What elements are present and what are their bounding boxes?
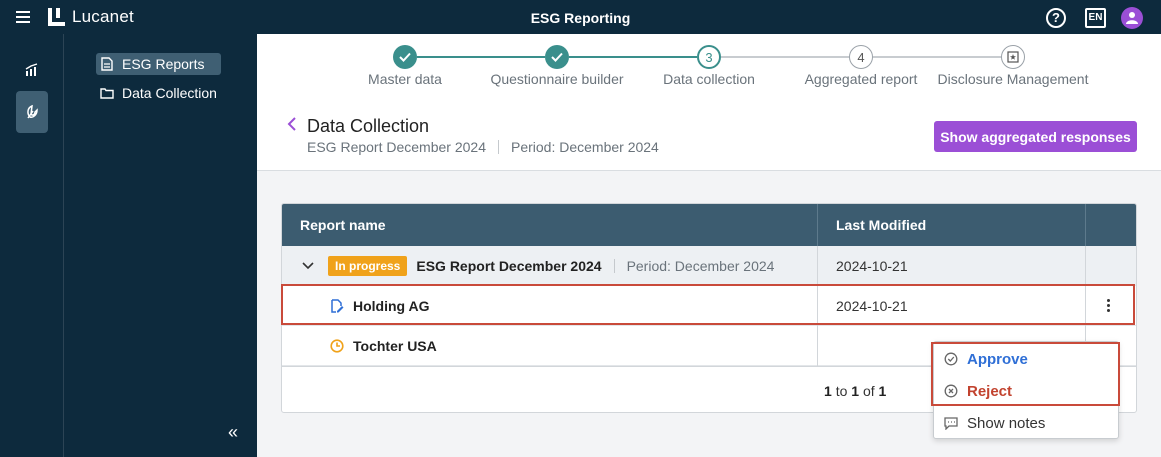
approve-circle-check-icon (944, 352, 958, 366)
app-title: ESG Reporting (530, 10, 631, 26)
step-label: Disclosure Management (937, 71, 1089, 87)
menu-icon[interactable] (16, 11, 30, 23)
table-row-group[interactable]: In progress ESG Report December 2024 Per… (282, 246, 1136, 286)
language-button[interactable]: EN (1085, 8, 1106, 28)
report-period: Period: December 2024 (510, 139, 659, 155)
last-modified: 2024-10-21 (836, 298, 908, 314)
clock-icon (330, 339, 344, 353)
group-period: Period: December 2024 (626, 258, 775, 274)
table-row[interactable]: Holding AG 2024-10-21 (282, 286, 1136, 326)
menu-item-show-notes[interactable]: Show notes (934, 407, 1118, 439)
avatar[interactable] (1121, 7, 1143, 29)
document-icon (101, 57, 113, 71)
document-edit-icon (331, 299, 344, 313)
user-icon (1126, 12, 1138, 24)
step-questionnaire-builder[interactable] (545, 45, 569, 69)
page-header: 3 4 Master data Questionnaire builder Da… (257, 34, 1161, 171)
expand-chevron-icon[interactable] (302, 246, 314, 286)
step-label: Questionnaire builder (490, 71, 624, 87)
nav-panel: ESG Reports Data Collection « (64, 34, 257, 457)
column-header-last-modified[interactable]: Last Modified (836, 217, 926, 233)
check-icon (551, 52, 563, 62)
disclosure-icon (1007, 51, 1019, 63)
row-actions-menu: Approve Reject Show notes (933, 341, 1119, 439)
report-name: Holding AG (353, 298, 430, 314)
logo-text: Lucanet (72, 7, 134, 26)
stepper-connector (417, 56, 545, 58)
esg-leaf-icon[interactable] (16, 91, 48, 133)
icon-rail (0, 34, 64, 457)
page-title: Data Collection (307, 116, 430, 136)
stepper-connector (873, 56, 1001, 58)
chart-icon[interactable] (16, 54, 48, 86)
logo[interactable]: Lucanet (48, 7, 134, 27)
menu-item-reject[interactable]: Reject (934, 375, 1118, 407)
group-last-modified: 2024-10-21 (836, 258, 908, 274)
check-icon (399, 52, 411, 62)
pagination-summary: 1 to 1 of 1 (824, 383, 887, 399)
status-badge: In progress (328, 256, 408, 276)
table-header: Report name Last Modified (282, 204, 1136, 246)
lucanet-logo-icon (48, 8, 65, 26)
show-aggregated-responses-button[interactable]: Show aggregated responses (934, 121, 1137, 152)
nav-item-data-collection[interactable]: Data Collection (96, 82, 223, 104)
report-name-cell: Holding AG (330, 286, 429, 326)
step-label: Data collection (663, 71, 755, 87)
report-group-cell: In progress ESG Report December 2024 Per… (328, 246, 774, 286)
nav-item-label: Data Collection (122, 85, 217, 101)
reject-circle-x-icon (944, 384, 958, 398)
report-name: Tochter USA (353, 338, 437, 354)
top-bar: Lucanet ESG Reporting ? EN (0, 0, 1161, 34)
step-disclosure-management[interactable] (1001, 45, 1025, 69)
report-name-cell: Tochter USA (330, 326, 437, 366)
back-chevron-icon[interactable] (287, 117, 297, 131)
nav-item-label: ESG Reports (122, 56, 205, 72)
more-options-icon[interactable] (1107, 299, 1111, 314)
step-label: Aggregated report (804, 71, 918, 87)
group-report-name: ESG Report December 2024 (416, 258, 602, 274)
step-aggregated-report[interactable]: 4 (849, 45, 873, 69)
help-icon[interactable]: ? (1046, 8, 1066, 28)
notes-comment-icon (944, 417, 958, 430)
collapse-sidebar-icon[interactable]: « (228, 422, 238, 443)
step-master-data[interactable] (393, 45, 417, 69)
page-subtitle: ESG Report December 2024 Period: Decembe… (307, 139, 659, 155)
step-label: Master data (368, 71, 442, 87)
step-data-collection[interactable]: 3 (697, 45, 721, 69)
nav-item-esg-reports[interactable]: ESG Reports (96, 53, 221, 75)
menu-item-approve[interactable]: Approve (934, 343, 1118, 375)
stepper-connector (721, 56, 849, 58)
report-name: ESG Report December 2024 (307, 139, 486, 155)
stepper-connector (569, 56, 697, 58)
column-header-report-name[interactable]: Report name (300, 217, 386, 233)
folder-icon (100, 88, 114, 99)
